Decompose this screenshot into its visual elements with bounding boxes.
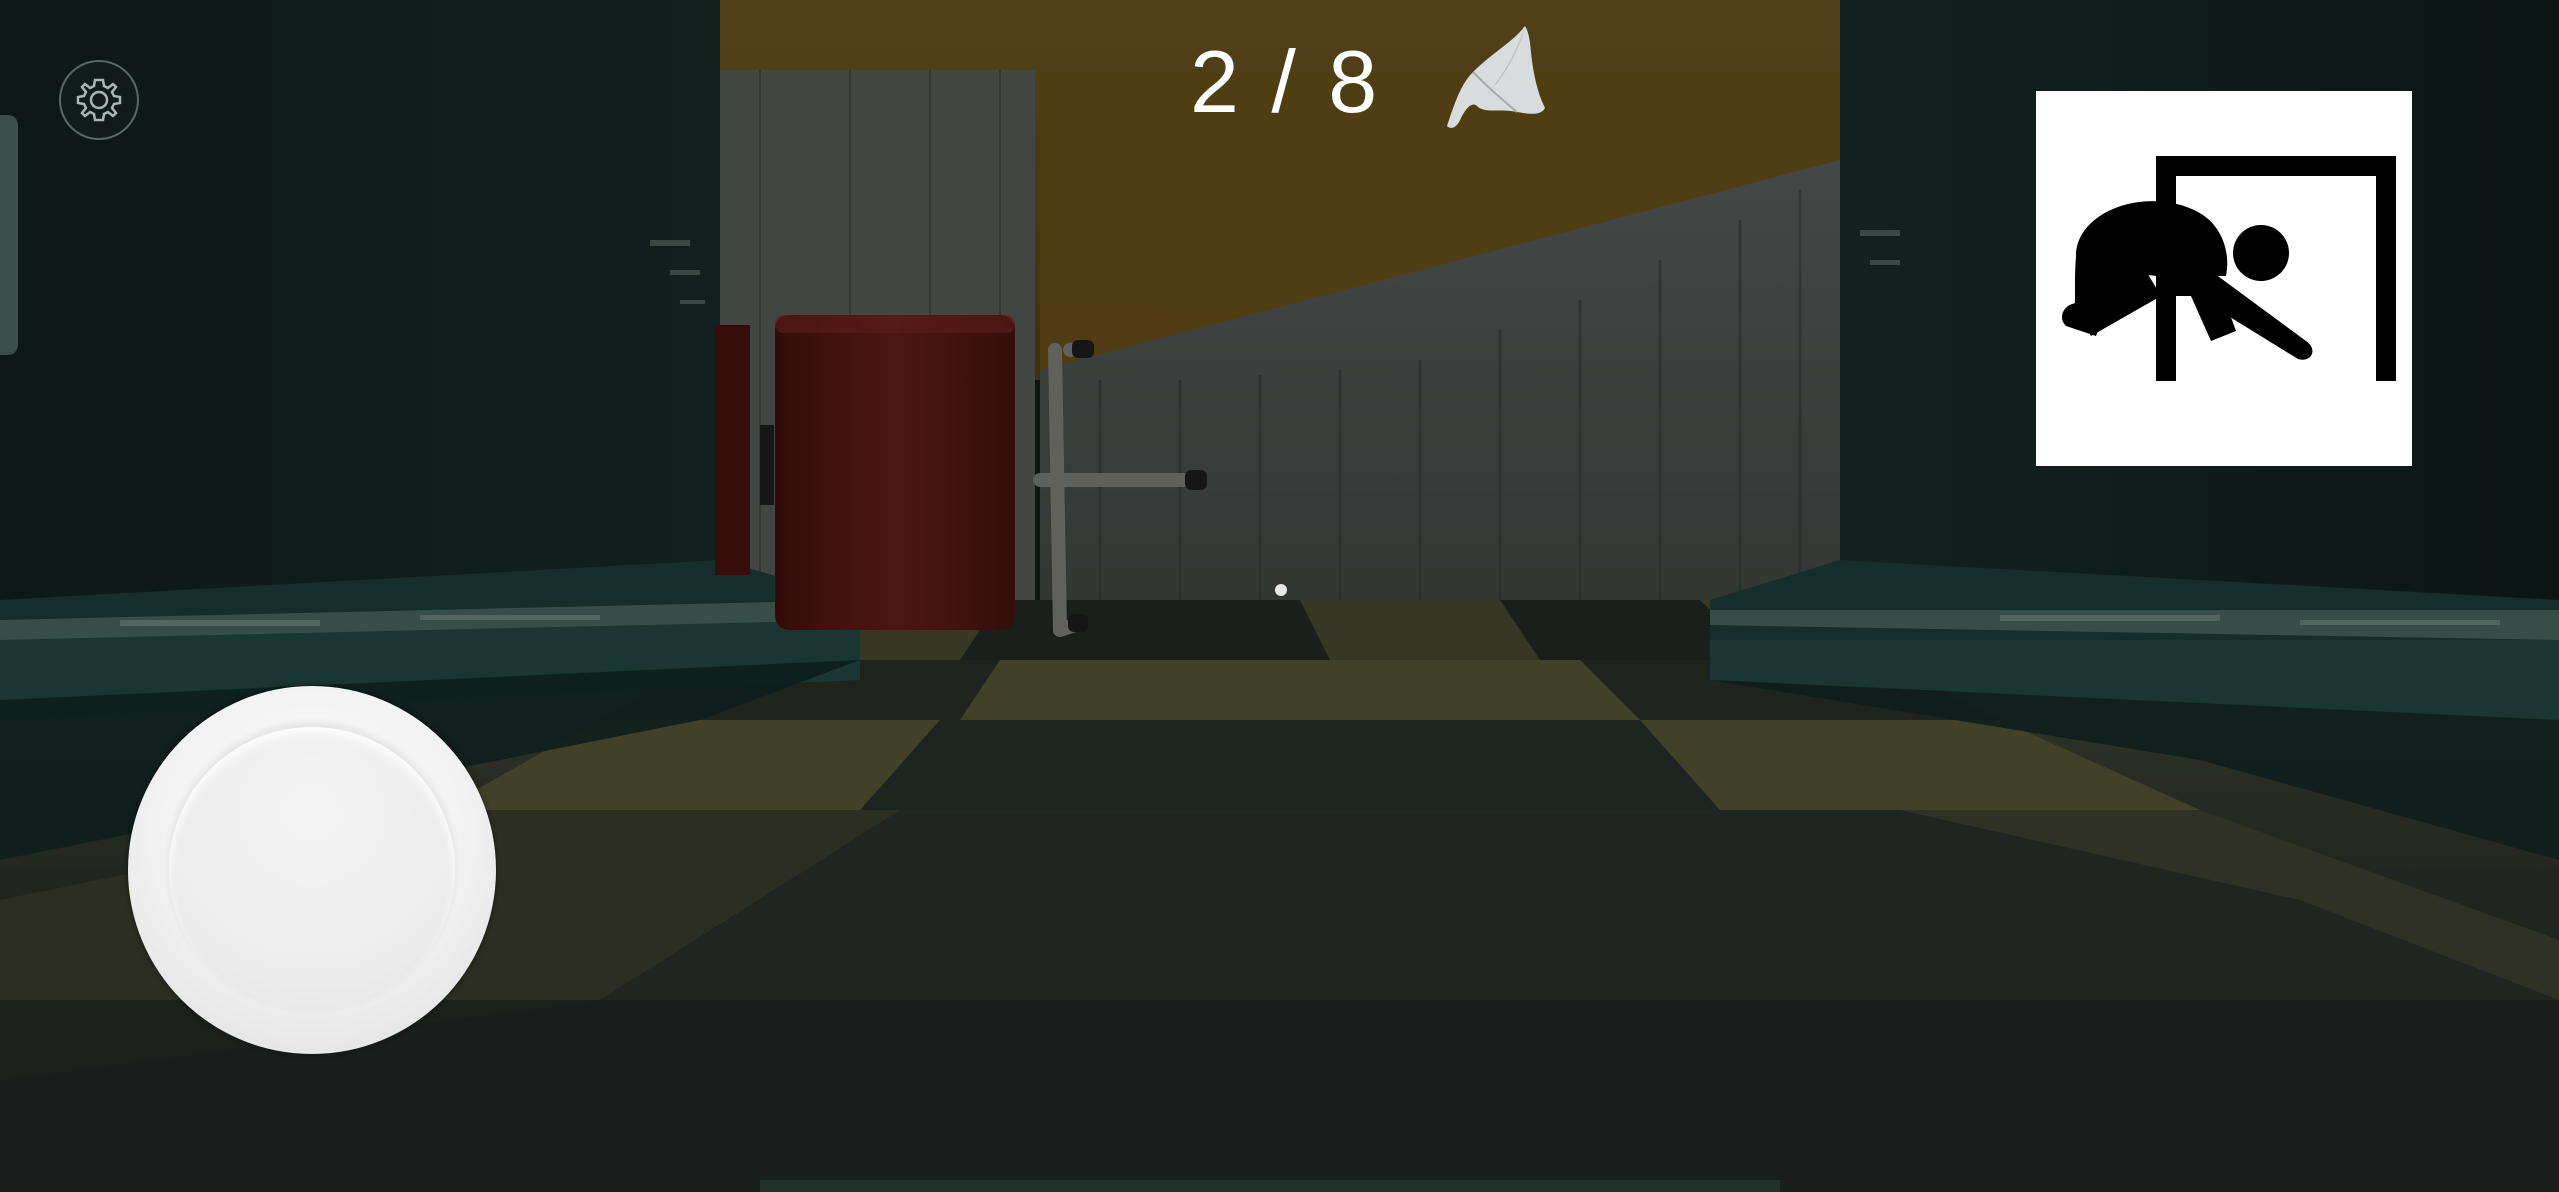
- joystick-knob[interactable]: [169, 727, 455, 1013]
- crosshair: [1275, 584, 1287, 596]
- crouch-icon: [2061, 156, 2396, 381]
- counter-text: 2 / 8: [1190, 32, 1382, 131]
- collectible-counter: 2 / 8: [1190, 22, 1553, 142]
- game-viewport[interactable]: 2 / 8: [0, 0, 2559, 1192]
- gear-icon: [76, 78, 122, 122]
- crouch-button[interactable]: [2036, 91, 2412, 466]
- settings-button[interactable]: [59, 60, 139, 140]
- joystick[interactable]: [128, 686, 496, 1054]
- bottom-edge-bar: [760, 1180, 1780, 1192]
- side-panel-tab[interactable]: [0, 115, 18, 355]
- cloth-icon: [1447, 26, 1546, 128]
